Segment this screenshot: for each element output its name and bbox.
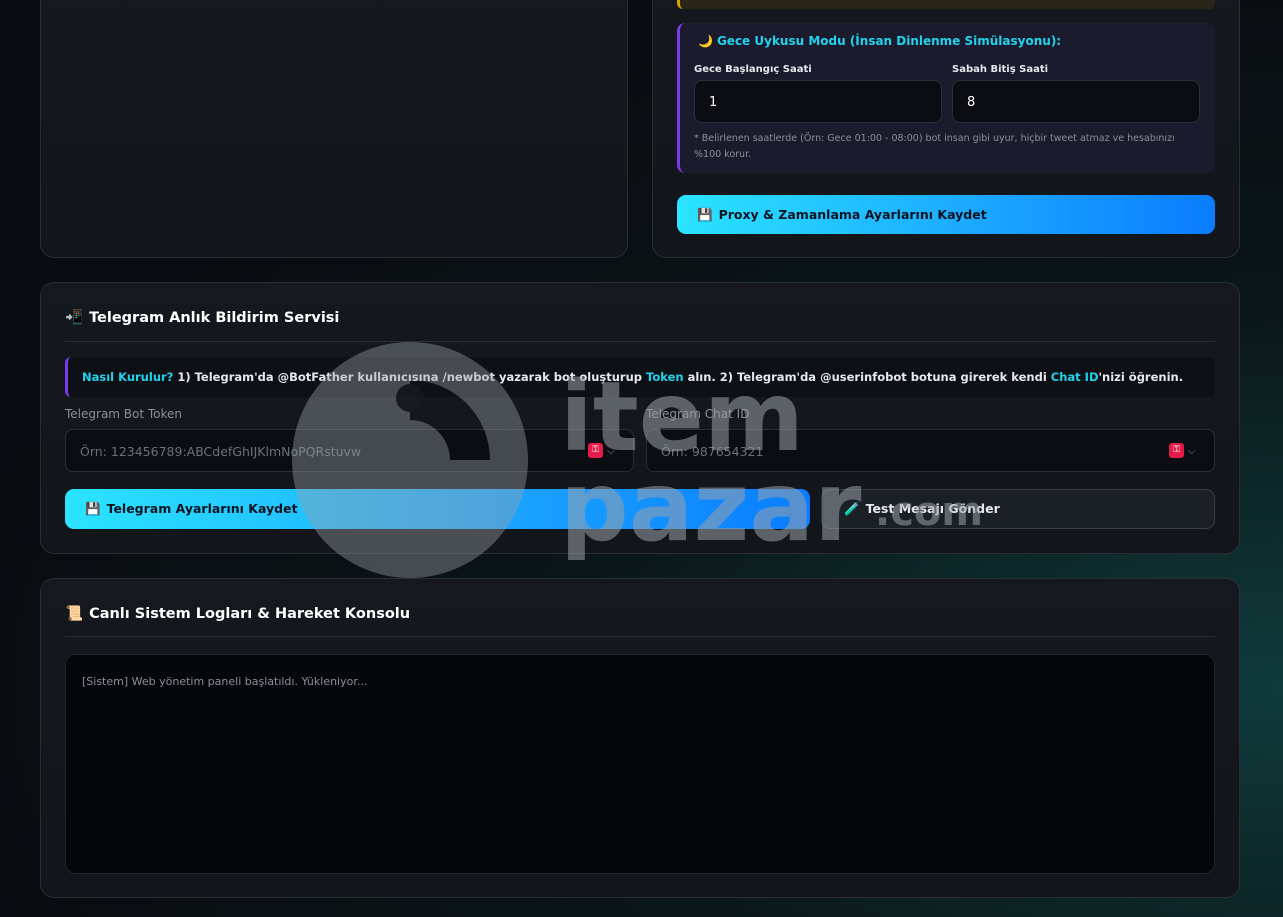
sleep-mode-box: 🌙 Gece Uykusu Modu (İnsan Dinlenme Simüla… — [677, 23, 1215, 173]
bot-token-label: Telegram Bot Token — [65, 407, 183, 421]
sleep-start-input[interactable]: 1 — [694, 80, 942, 123]
left-panel-card — [40, 0, 628, 258]
sleep-end-input[interactable]: 8 — [952, 80, 1200, 123]
floppy-disk-icon: 💾 — [85, 501, 101, 516]
key-icon[interactable]: ⚿ — [1169, 443, 1184, 458]
sleep-end-label: Sabah Bitiş Saati — [952, 64, 1049, 75]
telegram-card-title: 📲 Telegram Anlık Bildirim Servisi — [65, 310, 340, 326]
setup-info-box: Nasıl Kurulur? 1) Telegram'da @BotFather… — [65, 357, 1215, 397]
log-line: [Sistem] Web yönetim paneli başlatıldı. … — [82, 675, 368, 688]
sleep-start-label: Gece Başlangıç Saati — [694, 64, 812, 75]
save-proxy-schedule-button[interactable]: 💾 Proxy & Zamanlama Ayarlarını Kaydet — [677, 195, 1215, 234]
chat-id-label: Telegram Chat ID — [646, 407, 750, 421]
save-telegram-button[interactable]: 💾 Telegram Ayarlarını Kaydet — [65, 489, 810, 529]
log-console[interactable]: [Sistem] Web yönetim paneli başlatıldı. … — [65, 654, 1215, 874]
moon-icon: 🌙 — [698, 34, 713, 48]
system-logs-card: 📜 Canlı Sistem Logları & Hareket Konsolu … — [40, 578, 1240, 898]
proxy-schedule-card: 🌙 Gece Uykusu Modu (İnsan Dinlenme Simüla… — [652, 0, 1240, 258]
warning-strip — [677, 0, 1215, 9]
chat-id-input[interactable]: Örn: 987654321 ⚿ ⌵ — [646, 429, 1215, 472]
test-tube-icon: 🧪 — [844, 501, 860, 516]
title-divider — [65, 341, 1215, 342]
mobile-phone-arrow-icon: 📲 — [65, 310, 84, 326]
sleep-mode-note: * Belirlenen saatlerde (Örn: Gece 01:00 … — [694, 133, 1175, 160]
floppy-disk-icon: 💾 — [697, 206, 713, 222]
chevron-down-icon[interactable]: ⌵ — [607, 430, 615, 473]
title-divider — [65, 636, 1215, 637]
key-icon[interactable]: ⚿ — [588, 443, 603, 458]
telegram-notification-card: 📲 Telegram Anlık Bildirim Servisi Nasıl K… — [40, 282, 1240, 554]
scroll-icon: 📜 — [65, 606, 84, 622]
chevron-down-icon[interactable]: ⌵ — [1188, 430, 1196, 473]
logs-card-title: 📜 Canlı Sistem Logları & Hareket Konsolu — [65, 606, 411, 622]
bot-token-input[interactable]: Örn: 123456789:ABCdefGhIJKlmNoPQRstuvw ⚿… — [65, 429, 634, 472]
sleep-mode-title: 🌙 Gece Uykusu Modu (İnsan Dinlenme Simüla… — [698, 34, 1062, 48]
send-test-message-button[interactable]: 🧪 Test Mesajı Gönder — [821, 489, 1215, 529]
